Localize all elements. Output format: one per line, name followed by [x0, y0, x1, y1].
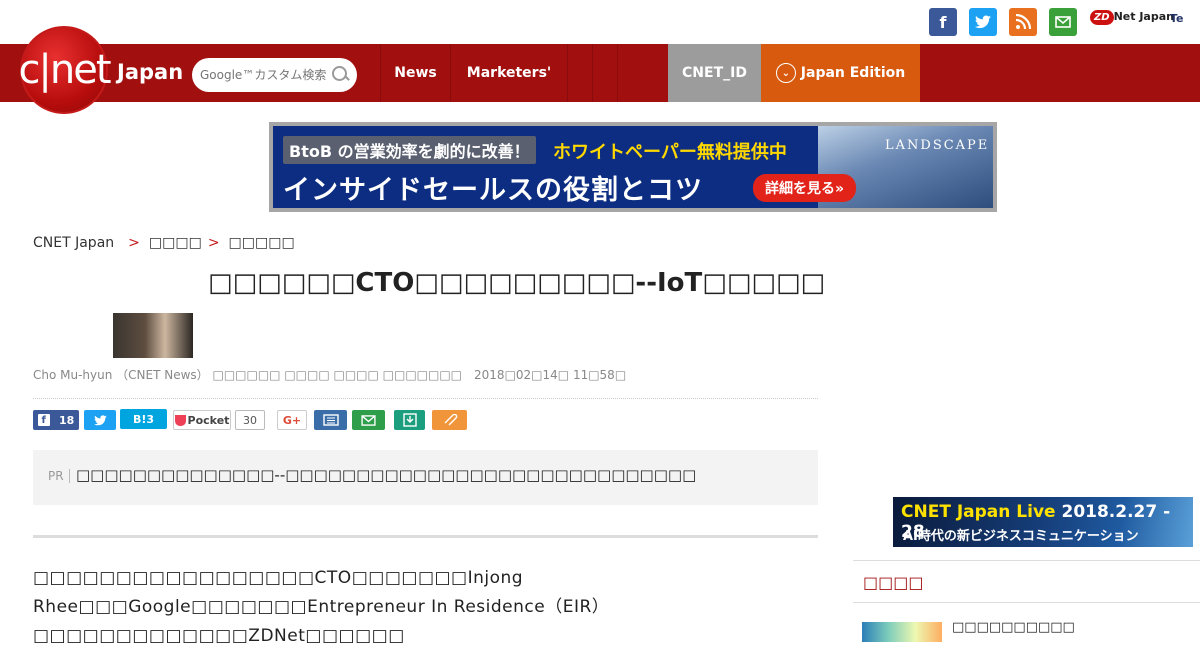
pocket-label: Pocket	[187, 413, 230, 427]
techrepublic-logo[interactable]: Te	[1170, 12, 1184, 25]
chevron-down-icon: ⌄	[775, 63, 796, 83]
breadcrumb-home[interactable]: CNET Japan	[33, 235, 114, 251]
cnet-id-button[interactable]: CNET_ID	[668, 44, 761, 102]
cnet-japan-label[interactable]: Japan	[117, 60, 183, 84]
ad-cta-button[interactable]: 詳細を見る»	[753, 174, 857, 202]
print-button[interactable]	[314, 410, 347, 430]
download-icon	[402, 413, 417, 427]
clip-button[interactable]	[432, 410, 467, 430]
sidebar-item-thumbnail[interactable]	[862, 622, 942, 642]
facebook-icon: f	[37, 414, 50, 426]
pr-label: PR	[48, 469, 70, 483]
ad-highlight: ホワイトペーパー無料提供中	[553, 142, 787, 163]
ad-headline: インサイドセールスの役割とコツ	[283, 175, 703, 206]
article-title: □□□□□□CTO□□□□□□□□□--IoT□□□□□	[208, 268, 826, 298]
author-line: Cho Mu-hyun （CNET News） □□□□□□ □□□□ □□□□…	[33, 368, 463, 382]
twitter-icon[interactable]	[969, 8, 997, 36]
article-body: □□□□□□□□□□□□□□□□□CTO□□□□□□□Injong Rhee□□…	[33, 568, 610, 646]
google-plus-button[interactable]: G+	[277, 410, 307, 430]
event-banner[interactable]: CNET Japan Live 2018.2.27 - 28 AI時代の新ビジネ…	[893, 497, 1193, 547]
breadcrumb-sep: >	[207, 235, 220, 251]
breadcrumb: CNET Japan > □□□□ > □□□□□	[33, 235, 295, 251]
breadcrumb-level1[interactable]: □□□□	[149, 235, 202, 251]
ad-tag: BtoB の営業効率を劇的に改善！	[283, 136, 536, 164]
facebook-share-button[interactable]: f 18	[33, 410, 79, 430]
pocket-count: 30	[235, 410, 265, 430]
mail-icon[interactable]	[1049, 8, 1077, 36]
print-icon	[322, 414, 339, 426]
search-input[interactable]	[200, 68, 332, 82]
breadcrumb-level2[interactable]: □□□□□	[229, 235, 295, 251]
breadcrumb-sep: >	[128, 235, 140, 251]
top-utility-bar: f ZD Net Japan Te	[0, 0, 1200, 44]
mail-icon	[361, 414, 376, 426]
sidebar-section-title: □□□□	[863, 573, 924, 592]
edition-selector[interactable]: ⌄ Japan Edition	[761, 44, 920, 102]
sidebar-section-header: □□□□	[853, 560, 1200, 603]
event-title: CNET Japan Live	[901, 502, 1056, 522]
pocket-icon	[174, 414, 186, 426]
rss-icon[interactable]	[1009, 8, 1037, 36]
author-photo	[113, 313, 193, 358]
event-banner-subtitle: AI時代の新ビジネスコミュニケーション	[903, 529, 1139, 544]
pr-link[interactable]: □□□□□□□□□□□□□□--□□□□□□□□□□□□□□□□□□□□□□□□…	[76, 466, 696, 484]
article-date: 2018□02□14□ 11□58□	[474, 368, 627, 382]
ad-brand-logo: LANDSCAPE	[885, 138, 990, 153]
save-button[interactable]	[394, 410, 425, 430]
nav-item-news[interactable]: News	[380, 44, 450, 102]
nav-item-blank-3[interactable]	[617, 44, 642, 102]
twitter-icon	[93, 414, 107, 425]
twitter-share-button[interactable]	[84, 410, 116, 430]
pr-box[interactable]: PR □□□□□□□□□□□□□□--□□□□□□□□□□□□□□□□□□□□□…	[33, 450, 818, 505]
cnet-logo[interactable]: c|net	[18, 26, 112, 114]
divider	[33, 398, 818, 399]
article-byline: Cho Mu-hyun （CNET News） □□□□□□ □□□□ □□□□…	[33, 366, 626, 383]
nav-links: News Marketers'	[380, 44, 642, 102]
pocket-button[interactable]: Pocket	[173, 410, 231, 430]
nav-item-blank-2[interactable]	[592, 44, 617, 102]
nav-item-marketers[interactable]: Marketers'	[450, 44, 567, 102]
edition-label: Japan Edition	[800, 65, 906, 81]
hatena-bookmark-button[interactable]: B!3	[120, 409, 167, 429]
search-icon[interactable]	[332, 66, 350, 84]
paperclip-icon	[444, 414, 457, 426]
facebook-icon[interactable]: f	[929, 8, 957, 36]
email-share-button[interactable]	[352, 410, 385, 430]
sidebar-item-title[interactable]: □□□□□□□□□□	[952, 620, 1075, 635]
zdnet-japan-logo[interactable]: ZD Net Japan	[1090, 10, 1174, 25]
nav-item-blank-1[interactable]	[567, 44, 592, 102]
facebook-share-count: 18	[59, 413, 75, 427]
divider	[33, 535, 818, 538]
search-box	[192, 58, 357, 92]
ad-banner[interactable]: BtoB の営業効率を劇的に改善！ ホワイトペーパー無料提供中 インサイドセール…	[269, 122, 997, 212]
